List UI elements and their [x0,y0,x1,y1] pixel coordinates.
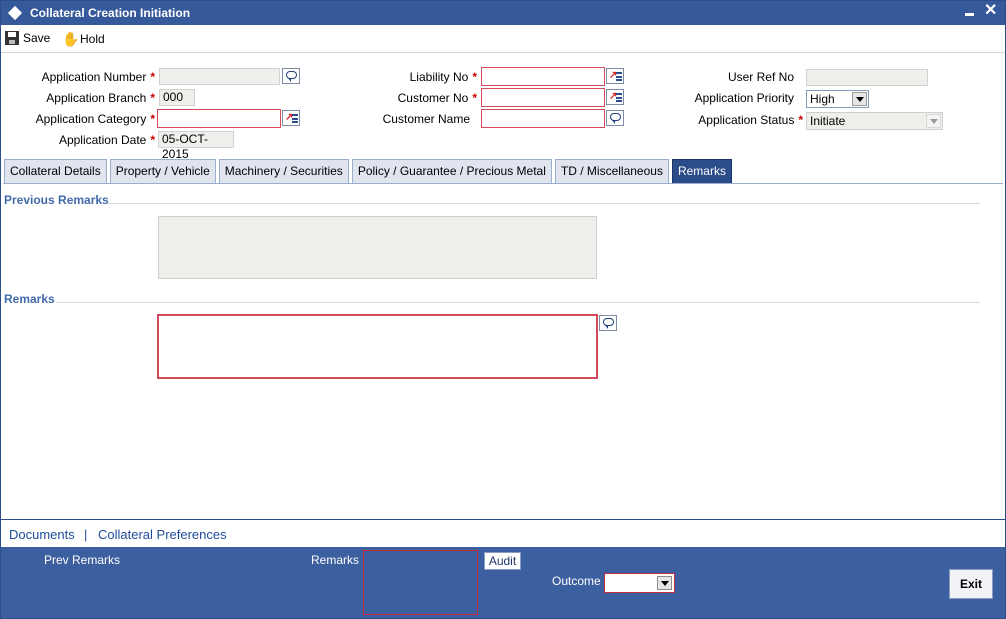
application-branch-field[interactable]: 000 [159,89,195,106]
footer-bar: Prev Remarks Remarks Audit Outcome Exit [1,547,1005,618]
links-separator: | [84,527,88,542]
previous-remarks-area[interactable] [158,216,597,279]
collateral-preferences-link[interactable]: Collateral Preferences [98,527,227,542]
application-priority-label: Application Priority [694,91,794,105]
customer-no-field[interactable] [481,88,605,107]
window: Collateral Creation Initiation ✕ Save ✋ … [0,0,1006,619]
application-status-label: Application Status * [698,113,803,127]
application-status-select[interactable]: Initiate [806,112,943,130]
chevron-down-icon[interactable] [926,114,941,128]
remarks-editor-button[interactable] [599,315,617,331]
application-number-search-button[interactable] [282,68,300,84]
user-ref-no-label: User Ref No [727,70,794,84]
tab-remarks[interactable]: Remarks [671,159,732,183]
hand-icon: ✋ [62,31,80,47]
tab-td-miscellaneous[interactable]: TD / Miscellaneous [554,159,669,183]
application-date-label: Application Date * [58,133,155,147]
toolbar: Save ✋ Hold [1,25,1005,53]
hold-label: Hold [80,32,105,46]
customer-name-label: Customer Name [382,112,470,126]
application-branch-label: Application Branch * [46,91,155,105]
chevron-down-icon[interactable] [657,576,672,590]
application-priority-value: High [810,92,835,106]
customer-no-label: Customer No * [397,91,477,105]
tab-collateral-details[interactable]: Collateral Details [4,159,107,183]
liability-no-label: Liability No * [409,70,477,84]
tab-strip: Collateral Details Property / Vehicle Ma… [4,159,735,183]
customer-name-field[interactable] [481,109,605,128]
hold-button[interactable]: ✋ Hold [62,31,105,47]
tab-machinery-securities[interactable]: Machinery / Securities [218,159,349,183]
tab-policy-guarantee-precious-metal[interactable]: Policy / Guarantee / Precious Metal [351,159,552,183]
documents-link[interactable]: Documents [9,527,75,542]
application-number-field[interactable] [159,68,280,85]
save-label: Save [23,31,51,45]
save-icon [5,31,19,45]
close-icon[interactable]: ✕ [984,2,997,20]
user-ref-no-field[interactable] [806,69,928,86]
window-diamond-icon [7,5,23,21]
save-button[interactable]: Save [5,31,50,45]
application-category-label: Application Category * [35,112,155,126]
footer-remarks-field[interactable] [363,550,478,615]
outcome-select[interactable] [604,573,675,593]
links-bar: Documents | Collateral Preferences [1,519,1005,547]
minimize-icon[interactable] [963,5,977,19]
tab-divider [3,183,1003,184]
chevron-down-icon[interactable] [852,92,867,106]
customer-name-search-button[interactable] [606,110,624,126]
window-title: Collateral Creation Initiation [30,6,191,20]
section-divider [109,203,980,204]
outcome-label: Outcome [552,574,601,588]
previous-remarks-title: Previous Remarks [4,193,109,207]
prev-remarks-label: Prev Remarks [44,553,121,567]
tab-property-vehicle[interactable]: Property / Vehicle [109,159,216,183]
liability-no-field[interactable] [481,67,605,86]
application-priority-select[interactable]: High [806,90,869,108]
application-category-field[interactable] [157,109,281,128]
application-date-field[interactable]: 05-OCT-2015 [158,131,234,161]
application-status-value: Initiate [810,114,846,128]
remarks-textarea[interactable] [157,314,598,379]
customer-no-lov-button[interactable]: ↗ [606,89,624,105]
liability-no-lov-button[interactable]: ↗ [606,68,624,84]
exit-button[interactable]: Exit [949,569,993,599]
application-number-label: Application Number * [41,70,155,84]
footer-remarks-label: Remarks [311,553,360,567]
application-category-lov-button[interactable]: ↗ [282,110,300,126]
remarks-title: Remarks [4,292,55,306]
audit-button[interactable]: Audit [484,552,521,570]
title-bar: Collateral Creation Initiation ✕ [1,1,1005,25]
section-divider [56,302,980,303]
